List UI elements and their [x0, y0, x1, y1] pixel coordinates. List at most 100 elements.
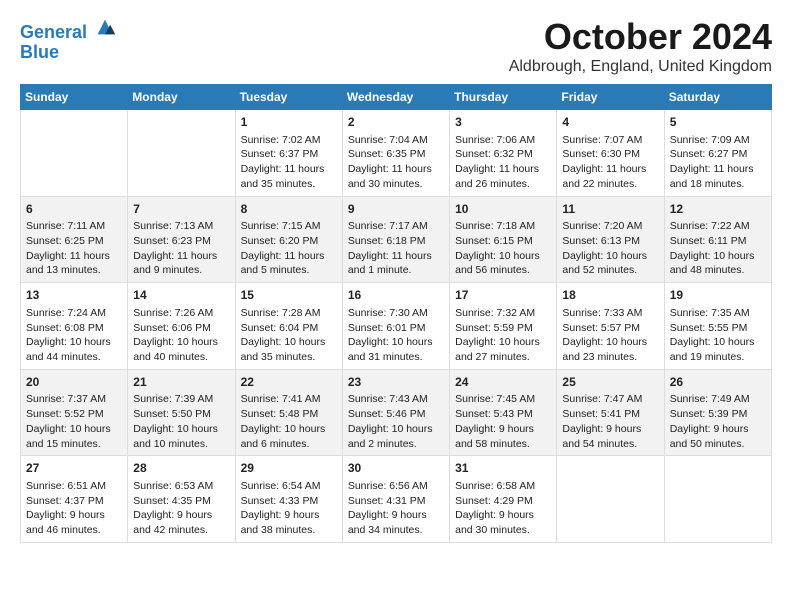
cell-sun-info: Sunrise: 7:37 AM Sunset: 5:52 PM Dayligh…: [26, 392, 122, 451]
cell-sun-info: Sunrise: 7:18 AM Sunset: 6:15 PM Dayligh…: [455, 219, 551, 278]
cell-sun-info: Sunrise: 7:49 AM Sunset: 5:39 PM Dayligh…: [670, 392, 766, 451]
calendar-cell: 31Sunrise: 6:58 AM Sunset: 4:29 PM Dayli…: [450, 456, 557, 543]
logo-icon: [94, 16, 116, 38]
calendar-cell: 5 Sunrise: 7:09 AM Sunset: 6:27 PM Daylig…: [664, 110, 771, 197]
cell-sun-info: Sunrise: 7:35 AM Sunset: 5:55 PM Dayligh…: [670, 306, 766, 365]
day-number: 11: [562, 201, 658, 218]
day-number: 27: [26, 460, 122, 477]
calendar-cell: 6Sunrise: 7:11 AM Sunset: 6:25 PM Daylig…: [21, 196, 128, 283]
day-number: 1: [241, 114, 337, 131]
calendar-week-row: 1 Sunrise: 7:02 AM Sunset: 6:37 PM Daylig…: [21, 110, 772, 197]
title-area: October 2024 Aldbrough, England, United …: [509, 16, 772, 76]
cell-sun-info: Sunrise: 7:26 AM Sunset: 6:06 PM Dayligh…: [133, 306, 229, 365]
cell-sun-info: Sunrise: 7:20 AM Sunset: 6:13 PM Dayligh…: [562, 219, 658, 278]
cell-sun-info: Sunrise: 7:45 AM Sunset: 5:43 PM Dayligh…: [455, 392, 551, 451]
day-number: 25: [562, 374, 658, 391]
cell-sun-info: Sunrise: 7:28 AM Sunset: 6:04 PM Dayligh…: [241, 306, 337, 365]
calendar-cell: 16 Sunrise: 7:30 AM Sunset: 6:01 PM Dayli…: [342, 283, 449, 370]
cell-sun-info: Sunrise: 7:02 AM Sunset: 6:37 PM Dayligh…: [241, 133, 337, 192]
calendar-cell: 12Sunrise: 7:22 AM Sunset: 6:11 PM Dayli…: [664, 196, 771, 283]
cell-sun-info: Sunrise: 7:24 AM Sunset: 6:08 PM Dayligh…: [26, 306, 122, 365]
day-number: 8: [241, 201, 337, 218]
calendar-cell: 11Sunrise: 7:20 AM Sunset: 6:13 PM Dayli…: [557, 196, 664, 283]
cell-sun-info: Sunrise: 7:22 AM Sunset: 6:11 PM Dayligh…: [670, 219, 766, 278]
day-number: 20: [26, 374, 122, 391]
col-header-monday: Monday: [128, 85, 235, 110]
calendar-cell: 28Sunrise: 6:53 AM Sunset: 4:35 PM Dayli…: [128, 456, 235, 543]
calendar-week-row: 6Sunrise: 7:11 AM Sunset: 6:25 PM Daylig…: [21, 196, 772, 283]
day-number: 26: [670, 374, 766, 391]
cell-sun-info: Sunrise: 6:51 AM Sunset: 4:37 PM Dayligh…: [26, 479, 122, 538]
calendar-cell: 1 Sunrise: 7:02 AM Sunset: 6:37 PM Daylig…: [235, 110, 342, 197]
calendar-header-row: SundayMondayTuesdayWednesdayThursdayFrid…: [21, 85, 772, 110]
col-header-sunday: Sunday: [21, 85, 128, 110]
calendar-cell: 23Sunrise: 7:43 AM Sunset: 5:46 PM Dayli…: [342, 369, 449, 456]
calendar-cell: 3 Sunrise: 7:06 AM Sunset: 6:32 PM Daylig…: [450, 110, 557, 197]
day-number: 24: [455, 374, 551, 391]
day-number: 12: [670, 201, 766, 218]
day-number: 22: [241, 374, 337, 391]
calendar-cell: 8Sunrise: 7:15 AM Sunset: 6:20 PM Daylig…: [235, 196, 342, 283]
calendar-cell: [557, 456, 664, 543]
calendar-cell: 9Sunrise: 7:17 AM Sunset: 6:18 PM Daylig…: [342, 196, 449, 283]
calendar-cell: 7Sunrise: 7:13 AM Sunset: 6:23 PM Daylig…: [128, 196, 235, 283]
day-number: 10: [455, 201, 551, 218]
calendar-cell: 22Sunrise: 7:41 AM Sunset: 5:48 PM Dayli…: [235, 369, 342, 456]
calendar-week-row: 27 Sunrise: 6:51 AM Sunset: 4:37 PM Dayli…: [21, 456, 772, 543]
col-header-thursday: Thursday: [450, 85, 557, 110]
calendar-cell: [128, 110, 235, 197]
day-number: 3: [455, 114, 551, 131]
col-header-friday: Friday: [557, 85, 664, 110]
month-title: October 2024: [509, 16, 772, 58]
day-number: 9: [348, 201, 444, 218]
calendar-week-row: 13Sunrise: 7:24 AM Sunset: 6:08 PM Dayli…: [21, 283, 772, 370]
location-title: Aldbrough, England, United Kingdom: [509, 58, 772, 76]
cell-sun-info: Sunrise: 7:11 AM Sunset: 6:25 PM Dayligh…: [26, 219, 122, 278]
cell-sun-info: Sunrise: 7:39 AM Sunset: 5:50 PM Dayligh…: [133, 392, 229, 451]
day-number: 16: [348, 287, 444, 304]
cell-sun-info: Sunrise: 7:09 AM Sunset: 6:27 PM Dayligh…: [670, 133, 766, 192]
calendar-cell: 30 Sunrise: 6:56 AM Sunset: 4:31 PM Dayli…: [342, 456, 449, 543]
day-number: 29: [241, 460, 337, 477]
cell-sun-info: Sunrise: 7:47 AM Sunset: 5:41 PM Dayligh…: [562, 392, 658, 451]
calendar-cell: 26Sunrise: 7:49 AM Sunset: 5:39 PM Dayli…: [664, 369, 771, 456]
day-number: 4: [562, 114, 658, 131]
logo-text: General Blue: [20, 16, 116, 63]
day-number: 30: [348, 460, 444, 477]
calendar-cell: 4 Sunrise: 7:07 AM Sunset: 6:30 PM Daylig…: [557, 110, 664, 197]
calendar-cell: 18 Sunrise: 7:33 AM Sunset: 5:57 PM Dayli…: [557, 283, 664, 370]
calendar-cell: 15 Sunrise: 7:28 AM Sunset: 6:04 PM Dayli…: [235, 283, 342, 370]
day-number: 15: [241, 287, 337, 304]
col-header-wednesday: Wednesday: [342, 85, 449, 110]
calendar-cell: 29 Sunrise: 6:54 AM Sunset: 4:33 PM Dayli…: [235, 456, 342, 543]
cell-sun-info: Sunrise: 7:43 AM Sunset: 5:46 PM Dayligh…: [348, 392, 444, 451]
cell-sun-info: Sunrise: 7:17 AM Sunset: 6:18 PM Dayligh…: [348, 219, 444, 278]
cell-sun-info: Sunrise: 7:13 AM Sunset: 6:23 PM Dayligh…: [133, 219, 229, 278]
col-header-tuesday: Tuesday: [235, 85, 342, 110]
day-number: 17: [455, 287, 551, 304]
day-number: 14: [133, 287, 229, 304]
cell-sun-info: Sunrise: 6:56 AM Sunset: 4:31 PM Dayligh…: [348, 479, 444, 538]
calendar-cell: 2 Sunrise: 7:04 AM Sunset: 6:35 PM Daylig…: [342, 110, 449, 197]
day-number: 18: [562, 287, 658, 304]
cell-sun-info: Sunrise: 6:54 AM Sunset: 4:33 PM Dayligh…: [241, 479, 337, 538]
cell-sun-info: Sunrise: 7:30 AM Sunset: 6:01 PM Dayligh…: [348, 306, 444, 365]
cell-sun-info: Sunrise: 7:04 AM Sunset: 6:35 PM Dayligh…: [348, 133, 444, 192]
day-number: 7: [133, 201, 229, 218]
calendar-cell: [21, 110, 128, 197]
cell-sun-info: Sunrise: 6:58 AM Sunset: 4:29 PM Dayligh…: [455, 479, 551, 538]
cell-sun-info: Sunrise: 7:07 AM Sunset: 6:30 PM Dayligh…: [562, 133, 658, 192]
logo: General Blue: [20, 16, 116, 63]
calendar-cell: 27 Sunrise: 6:51 AM Sunset: 4:37 PM Dayli…: [21, 456, 128, 543]
day-number: 5: [670, 114, 766, 131]
calendar-cell: 25Sunrise: 7:47 AM Sunset: 5:41 PM Dayli…: [557, 369, 664, 456]
calendar-cell: 24Sunrise: 7:45 AM Sunset: 5:43 PM Dayli…: [450, 369, 557, 456]
cell-sun-info: Sunrise: 7:33 AM Sunset: 5:57 PM Dayligh…: [562, 306, 658, 365]
calendar-cell: 19Sunrise: 7:35 AM Sunset: 5:55 PM Dayli…: [664, 283, 771, 370]
cell-sun-info: Sunrise: 7:15 AM Sunset: 6:20 PM Dayligh…: [241, 219, 337, 278]
calendar-cell: 17Sunrise: 7:32 AM Sunset: 5:59 PM Dayli…: [450, 283, 557, 370]
day-number: 2: [348, 114, 444, 131]
calendar-table: SundayMondayTuesdayWednesdayThursdayFrid…: [20, 84, 772, 543]
day-number: 6: [26, 201, 122, 218]
cell-sun-info: Sunrise: 7:06 AM Sunset: 6:32 PM Dayligh…: [455, 133, 551, 192]
